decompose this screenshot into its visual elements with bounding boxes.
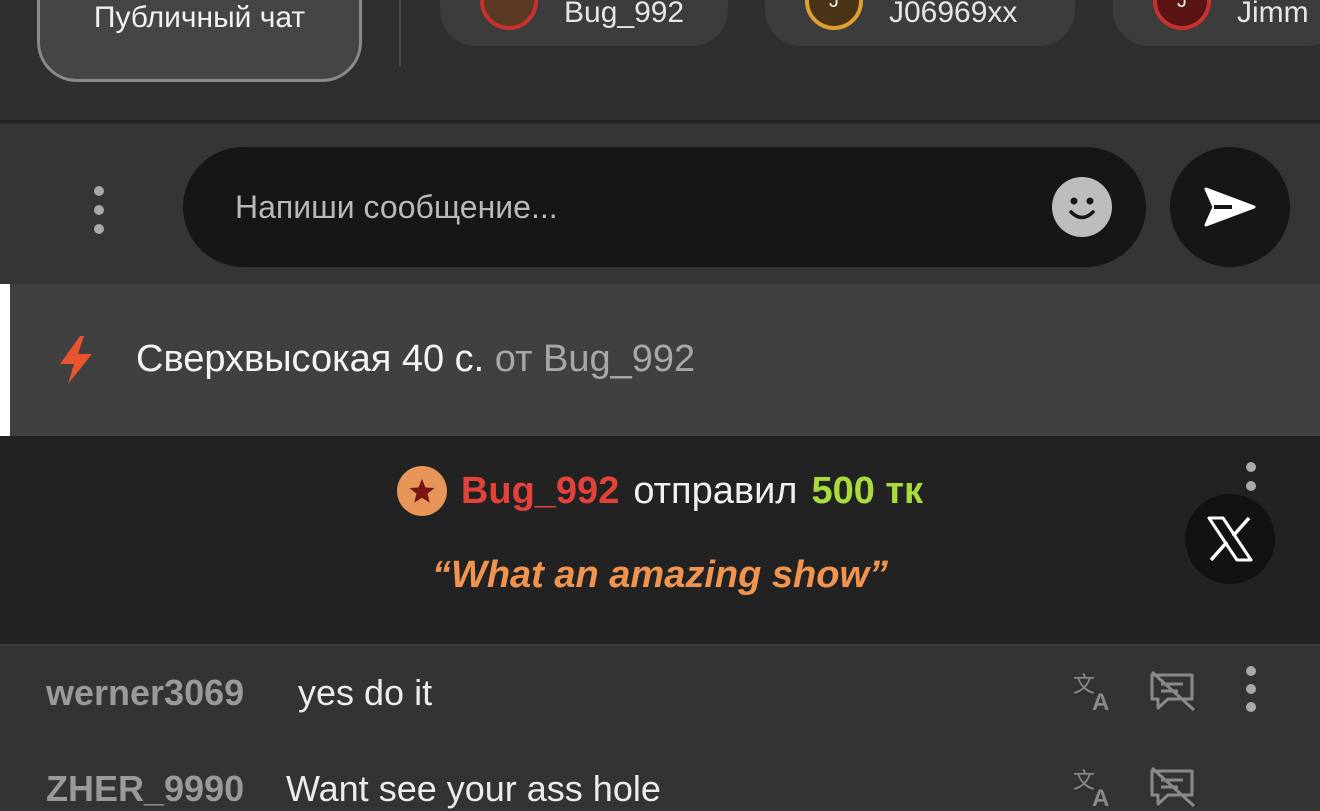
message-input[interactable]: [183, 147, 1146, 267]
tab-public-chat-label: Публичный чат: [93, 1, 306, 34]
tab-user-jimm[interactable]: J Jimm: [1113, 0, 1320, 46]
tab-user-label: Bug_992: [564, 0, 685, 29]
chat-message-list: werner3069 yes do it 文 A ZHER_9990 Want …: [0, 644, 1320, 811]
svg-text:A: A: [1092, 785, 1109, 808]
hide-message-icon[interactable]: [1148, 670, 1198, 717]
translate-icon[interactable]: 文 A: [1072, 766, 1118, 811]
hide-message-icon[interactable]: [1148, 766, 1198, 811]
tip-mode-from: от Bug_992: [494, 338, 696, 380]
list-item: ZHER_9990 Want see your ass hole 文 A: [0, 742, 1320, 811]
tip-verb: отправил: [633, 469, 798, 512]
star-icon: [396, 466, 447, 516]
lightning-icon: [54, 334, 98, 391]
message-text: yes do it: [298, 672, 433, 713]
chat-panel: Публичный чат Bug_992 J J06969xx J Jimm: [0, 0, 1320, 811]
tab-user-j06969xx[interactable]: J J06969xx: [765, 0, 1075, 46]
tip-mode-banner[interactable]: Сверхвысокая 40 с. от Bug_992: [0, 284, 1320, 436]
tab-divider: [399, 0, 401, 66]
list-item: werner3069 yes do it 文 A: [0, 646, 1320, 736]
tip-mode-text: Сверхвысокая 40 с. от Bug_992: [136, 338, 695, 381]
tip-mode-label: Сверхвысокая 40 с.: [136, 338, 485, 380]
tip-message: “What an amazing show”: [431, 554, 889, 596]
message-composer: [0, 124, 1320, 284]
chat-tabs-bar: Публичный чат Bug_992 J J06969xx J Jimm: [0, 0, 1320, 122]
send-button[interactable]: [1170, 147, 1290, 267]
smiley-icon[interactable]: [1052, 177, 1112, 237]
avatar: J: [1153, 0, 1211, 30]
svg-text:A: A: [1092, 689, 1109, 712]
tip-username[interactable]: Bug_992: [461, 470, 619, 513]
tab-user-bug992[interactable]: Bug_992: [440, 0, 728, 46]
more-vertical-icon[interactable]: [93, 186, 105, 234]
more-vertical-icon[interactable]: [1245, 666, 1257, 712]
x-logo-icon[interactable]: [1185, 494, 1275, 584]
tab-user-label: Jimm: [1237, 0, 1309, 29]
avatar: [480, 0, 538, 30]
tab-user-label: J06969xx: [889, 0, 1018, 29]
message-username[interactable]: werner3069: [46, 672, 244, 714]
translate-icon[interactable]: 文 A: [1072, 670, 1118, 717]
tip-amount: 500 тк: [811, 469, 924, 512]
tip-line: Bug_992 отправил 500 тк: [0, 466, 1320, 516]
tab-public-chat[interactable]: Публичный чат: [37, 0, 362, 82]
send-icon: [1204, 187, 1256, 227]
message-username[interactable]: ZHER_9990: [46, 768, 244, 810]
avatar: J: [805, 0, 863, 30]
message-text: Want see your ass hole: [286, 768, 661, 809]
tip-notification: Bug_992 отправил 500 тк “What an amazing…: [0, 436, 1320, 644]
